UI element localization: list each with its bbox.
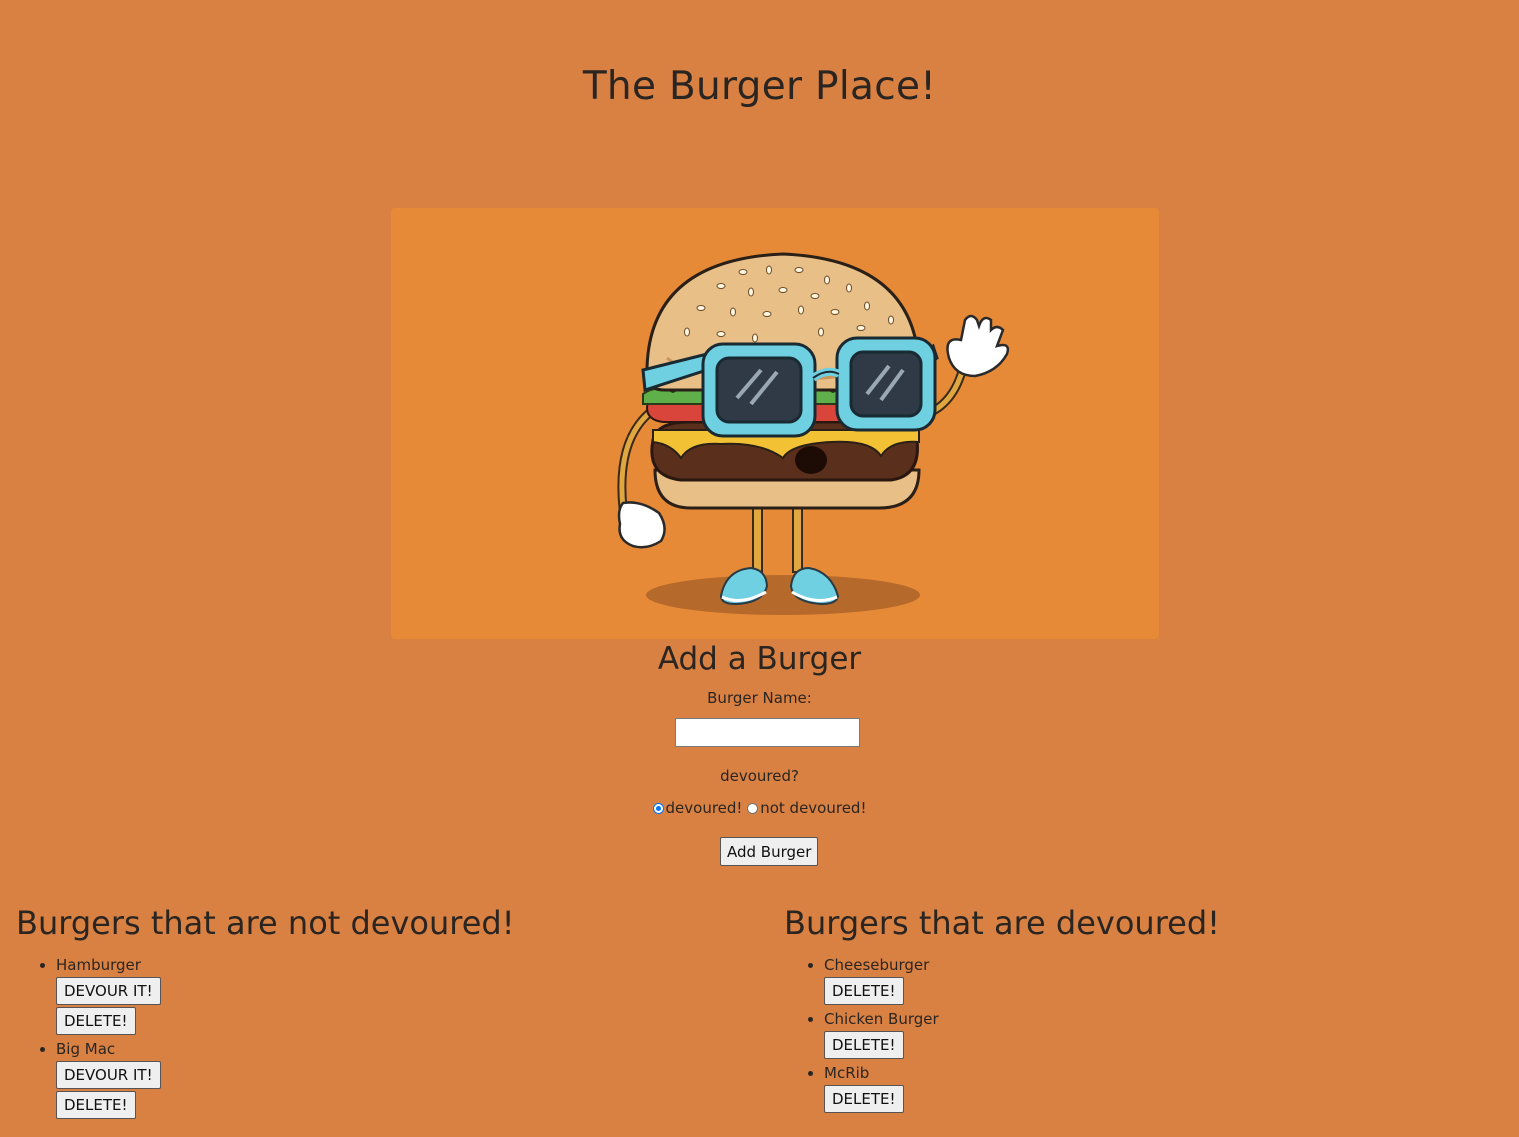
list-item: Hamburger DEVOUR IT! DELETE! bbox=[56, 953, 161, 1035]
add-burger-button[interactable]: Add Burger bbox=[720, 837, 819, 866]
burger-name: McRib bbox=[824, 1064, 870, 1082]
delete-button[interactable]: DELETE! bbox=[824, 1031, 904, 1059]
burger-name: Big Mac bbox=[56, 1040, 116, 1058]
delete-button[interactable]: DELETE! bbox=[824, 1085, 904, 1113]
burger-name: Chicken Burger bbox=[824, 1010, 939, 1028]
burger-mascot-illustration bbox=[617, 252, 1010, 615]
list-item: Cheeseburger DELETE! bbox=[824, 953, 939, 1005]
burger-name: Hamburger bbox=[56, 956, 141, 974]
page-title: The Burger Place! bbox=[582, 64, 937, 109]
add-burger-heading: Add a Burger bbox=[657, 641, 862, 677]
devour-button[interactable]: DEVOUR IT! bbox=[56, 977, 161, 1005]
page: The Burger Place! Add a Burger Burger Na… bbox=[0, 0, 1519, 1137]
radio-devoured[interactable] bbox=[652, 803, 664, 814]
list-item: Big Mac DEVOUR IT! DELETE! bbox=[56, 1037, 161, 1119]
burger-name-input[interactable] bbox=[675, 718, 860, 747]
delete-button[interactable]: DELETE! bbox=[56, 1091, 136, 1119]
delete-button[interactable]: DELETE! bbox=[56, 1007, 136, 1035]
devour-button[interactable]: DEVOUR IT! bbox=[56, 1061, 161, 1089]
devoured-question-label: devoured? bbox=[720, 767, 799, 785]
burger-name-label: Burger Name: bbox=[707, 689, 812, 707]
hero-banner bbox=[391, 208, 1159, 639]
devoured-list: Cheeseburger DELETE! Chicken Burger DELE… bbox=[784, 953, 939, 1115]
not-devoured-heading: Burgers that are not devoured! bbox=[16, 904, 515, 942]
radio-not-devoured-label: not devoured! bbox=[760, 799, 867, 817]
devoured-radio-group: devoured! not devoured! bbox=[0, 798, 1519, 818]
radio-not-devoured[interactable] bbox=[747, 803, 759, 814]
delete-button[interactable]: DELETE! bbox=[824, 977, 904, 1005]
not-devoured-list: Hamburger DEVOUR IT! DELETE! Big Mac DEV… bbox=[16, 953, 161, 1121]
list-item: Chicken Burger DELETE! bbox=[824, 1007, 939, 1059]
radio-devoured-label: devoured! bbox=[665, 799, 743, 817]
burger-name: Cheeseburger bbox=[824, 956, 930, 974]
list-item: McRib DELETE! bbox=[824, 1061, 939, 1113]
devoured-heading: Burgers that are devoured! bbox=[784, 904, 1220, 942]
